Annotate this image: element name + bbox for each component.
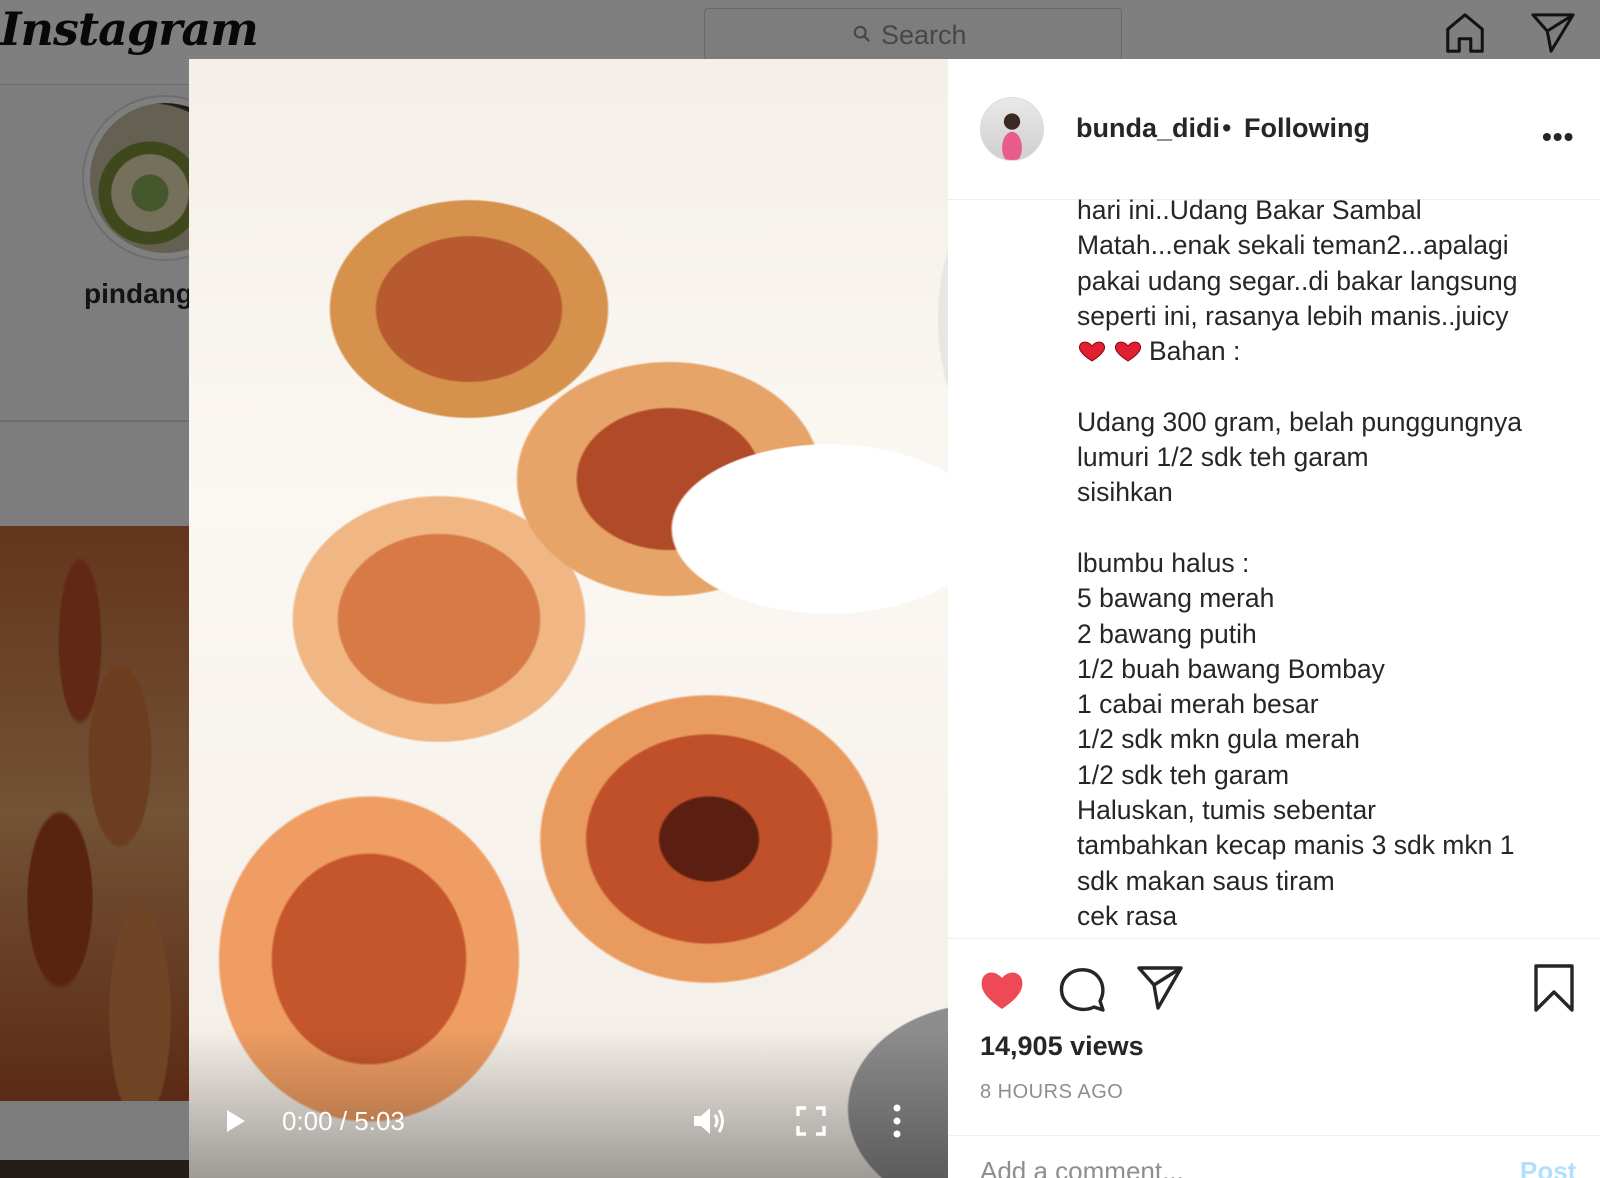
video-controls-shade <box>189 1028 948 1178</box>
post-caption: hari ini..Udang Bakar Sambal Matah...ena… <box>1077 193 1577 934</box>
volume-icon[interactable] <box>692 1104 728 1138</box>
video-player[interactable]: 0:00 / 5:03 <box>189 59 948 1178</box>
more-options-icon[interactable]: ••• <box>1542 121 1574 153</box>
play-icon[interactable] <box>225 1108 247 1134</box>
post-detail-panel: bunda_didi • Following ••• hari ini..Uda… <box>948 59 1600 1178</box>
comment-input[interactable]: Add a comment... <box>980 1156 1184 1178</box>
caption-line: 1/2 sdk mkn gula merah <box>1077 724 1360 755</box>
caption-line: seperti ini, rasanya lebih manis..juicy <box>1077 300 1509 331</box>
caption-line: lumuri 1/2 sdk teh garam <box>1077 442 1369 473</box>
caption-line: 1/2 sdk teh garam <box>1077 759 1290 790</box>
caption-line: tambahkan kecap manis 3 sdk mkn 1 <box>1077 830 1515 861</box>
bookmark-icon[interactable] <box>1533 963 1575 1013</box>
caption-line: 1 cabai merah besar <box>1077 689 1319 720</box>
comment-icon[interactable] <box>1058 965 1106 1013</box>
heart-emoji-icon <box>1114 341 1142 362</box>
caption-line: sisihkan <box>1077 477 1173 508</box>
caption-line <box>1077 369 1577 404</box>
post-timestamp: 8 HOURS AGO <box>980 1081 1124 1103</box>
caption-line: pakai udang segar..di bakar langsung <box>1077 265 1518 296</box>
following-button[interactable]: Following <box>1244 113 1370 144</box>
avatar[interactable] <box>980 97 1044 161</box>
caption-line: 1/2 buah bawang Bombay <box>1077 653 1385 684</box>
video-time: 0:00 / 5:03 <box>282 1106 405 1136</box>
caption-text: Bahan : <box>1149 336 1241 367</box>
caption-line: sdk makan saus tiram <box>1077 865 1335 896</box>
caption-line: Matah...enak sekali teman2...apalagi <box>1077 230 1509 261</box>
post-actions: 14,905 views 8 HOURS AGO Add a comment..… <box>948 938 1600 1178</box>
caption-line-with-emoji: Bahan : <box>1077 334 1577 369</box>
share-icon[interactable] <box>1136 965 1184 1011</box>
caption-line <box>1077 511 1577 546</box>
username-link[interactable]: bunda_didi <box>1076 113 1220 144</box>
fullscreen-icon[interactable] <box>796 1106 826 1136</box>
caption-line: hari ini..Udang Bakar Sambal <box>1077 195 1422 225</box>
video-more-icon[interactable] <box>893 1104 901 1138</box>
comment-bar: Add a comment... Post <box>948 1135 1600 1178</box>
post-comment-button[interactable]: Post <box>1520 1156 1576 1178</box>
heart-emoji-icon <box>1078 341 1106 362</box>
caption-line: 2 bawang putih <box>1077 618 1257 649</box>
caption-line: Udang 300 gram, belah punggungnya <box>1077 406 1522 437</box>
caption-line: 5 bawang merah <box>1077 583 1275 614</box>
separator-dot: • <box>1222 113 1232 143</box>
caption-line: lbumbu halus : <box>1077 547 1250 578</box>
view-count[interactable]: 14,905 views <box>980 1031 1144 1062</box>
caption-line: Haluskan, tumis sebentar <box>1077 795 1377 826</box>
caption-line: cek rasa <box>1077 900 1178 931</box>
post-header: bunda_didi • Following ••• <box>948 59 1600 200</box>
heart-icon[interactable] <box>978 967 1026 1011</box>
